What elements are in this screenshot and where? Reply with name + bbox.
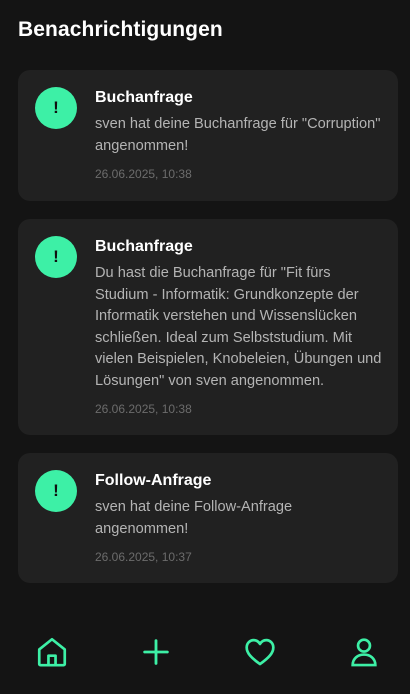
exclamation-icon: !	[35, 87, 77, 129]
bottom-navigation	[0, 610, 410, 694]
nav-home-button[interactable]	[32, 632, 72, 672]
notification-body: Du hast die Buchanfrage für "Fit fürs St…	[95, 265, 382, 389]
notification-title: Buchanfrage	[95, 89, 193, 106]
user-icon	[351, 638, 377, 667]
notification-content: Follow-Anfrage sven hat deine Follow-Anf…	[95, 471, 382, 565]
page-title: Benachrichtigungen	[18, 18, 223, 41]
notification-card[interactable]: ! Buchanfrage Du hast die Buchanfrage fü…	[18, 219, 398, 435]
notification-body: sven hat deine Follow-Anfrage angenommen…	[95, 499, 293, 537]
notification-time: 26.06.2025, 10:38	[95, 167, 192, 181]
nav-favorites-button[interactable]	[240, 632, 280, 672]
notification-title: Buchanfrage	[95, 238, 193, 255]
notification-body: sven hat deine Buchanfrage für "Corrupti…	[95, 116, 381, 154]
notification-title: Follow-Anfrage	[95, 472, 212, 489]
notification-content: Buchanfrage Du hast die Buchanfrage für …	[95, 237, 382, 417]
home-icon	[37, 637, 67, 667]
plus-icon	[143, 639, 169, 665]
notification-card[interactable]: ! Follow-Anfrage sven hat deine Follow-A…	[18, 453, 398, 583]
notification-card[interactable]: ! Buchanfrage sven hat deine Buchanfrage…	[18, 70, 398, 201]
notification-time: 26.06.2025, 10:37	[95, 550, 192, 564]
notification-content: Buchanfrage sven hat deine Buchanfrage f…	[95, 88, 382, 182]
exclamation-icon: !	[35, 470, 77, 512]
notification-time: 26.06.2025, 10:38	[95, 402, 192, 416]
nav-add-button[interactable]	[136, 632, 176, 672]
exclamation-icon: !	[35, 236, 77, 278]
notifications-page: Benachrichtigungen ! Buchanfrage sven ha…	[0, 0, 410, 694]
heart-icon	[245, 638, 275, 666]
nav-profile-button[interactable]	[344, 632, 384, 672]
